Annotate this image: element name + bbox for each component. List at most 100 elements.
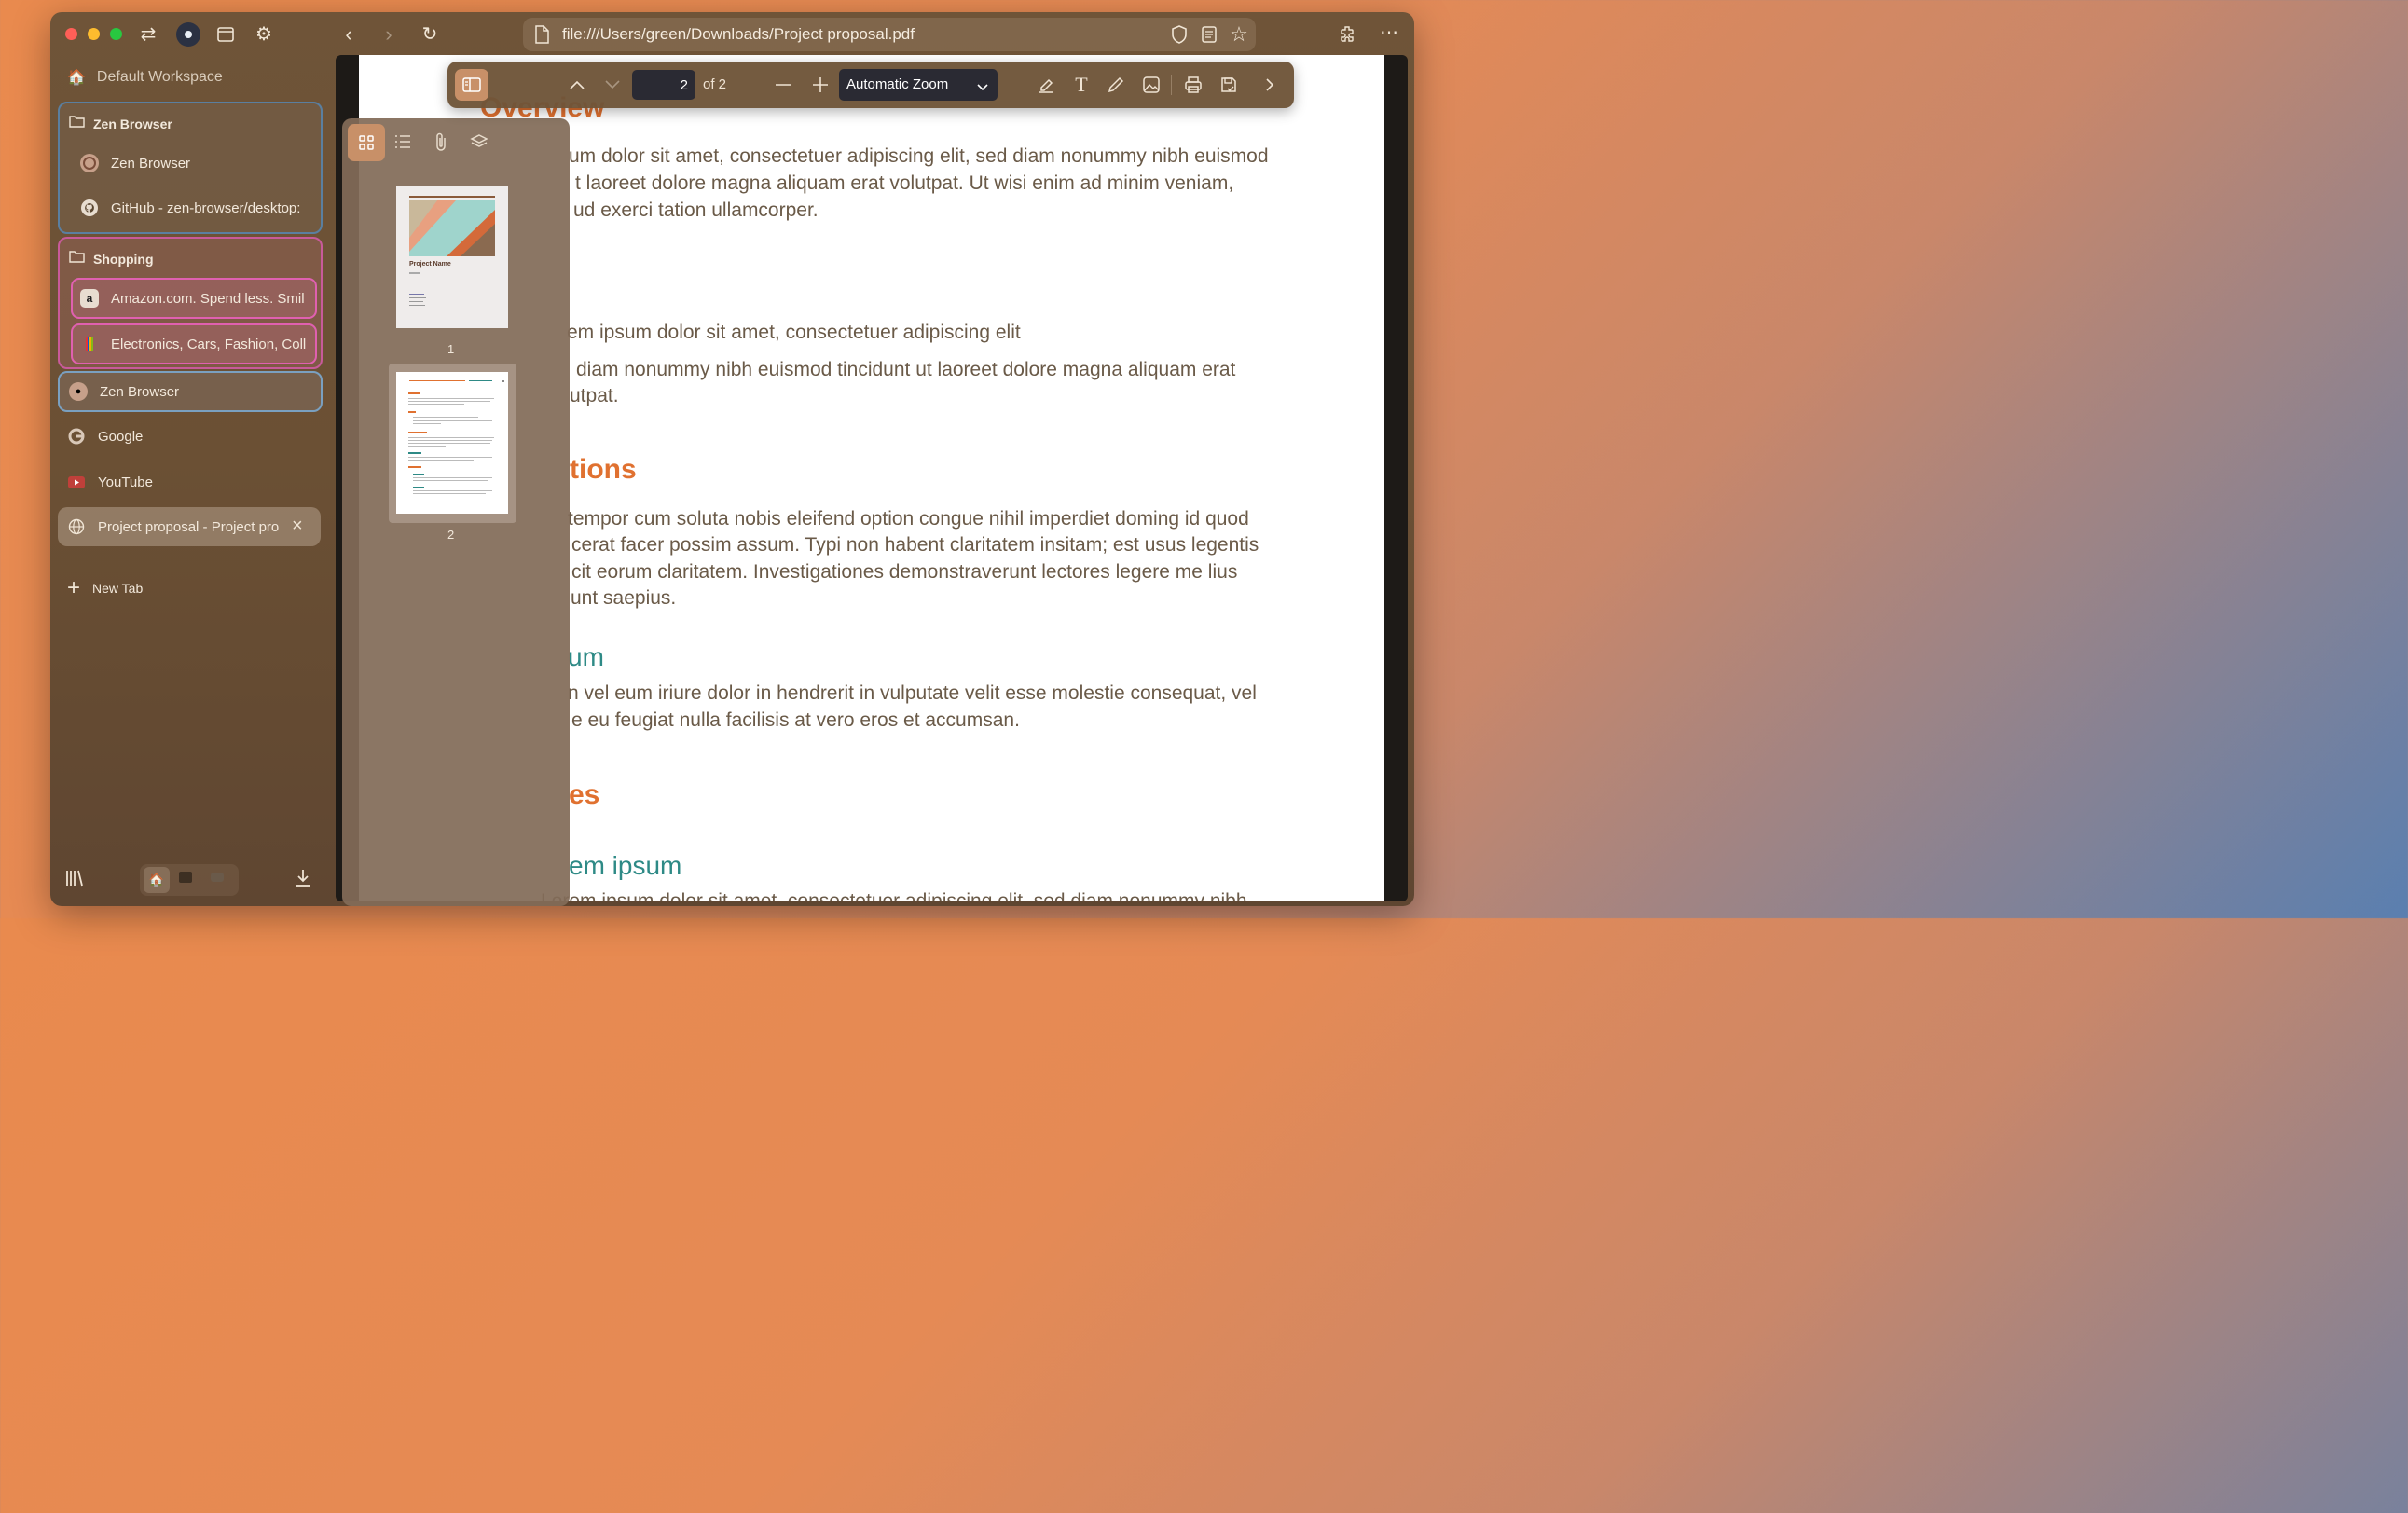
zoom-select-value: Automatic Zoom <box>846 76 949 92</box>
pdf-paragraph-line: t laoreet dolore magna aliquam erat volu… <box>575 172 1234 194</box>
previous-page-icon[interactable] <box>565 73 589 97</box>
pdf-bullet: em ipsum dolor sit amet, consectetuer ad… <box>567 322 1021 343</box>
downloads-icon[interactable] <box>294 868 312 894</box>
close-tab-icon[interactable]: × <box>292 516 303 537</box>
workspace-name: Default Workspace <box>96 69 223 85</box>
next-page-icon[interactable] <box>600 73 625 97</box>
plus-icon: + <box>67 575 81 600</box>
thumbnail-page-number: 2 <box>447 528 455 542</box>
reader-mode-icon[interactable] <box>1196 21 1222 48</box>
maximize-window-button[interactable] <box>110 28 122 40</box>
tab-label: Zen Browser <box>100 383 180 400</box>
print-icon[interactable] <box>1181 73 1205 97</box>
reload-icon[interactable]: ↻ <box>417 21 443 48</box>
close-window-button[interactable] <box>65 28 77 40</box>
folder-icon <box>69 250 85 268</box>
tab-label: Electronics, Cars, Fashion, Coll <box>111 336 307 352</box>
tab-ebay[interactable]: Electronics, Cars, Fashion, Coll <box>71 323 317 364</box>
page-thumbnail-2-selected[interactable] <box>389 364 516 523</box>
zen-favicon-icon <box>80 154 99 172</box>
ebay-favicon-icon <box>80 335 99 353</box>
pdf-heading-specifications: tions <box>570 454 637 485</box>
new-tab-button[interactable]: + New Tab <box>67 570 143 607</box>
outline-view-icon[interactable] <box>394 133 411 155</box>
tab-github[interactable]: GitHub - zen-browser/desktop: <box>80 189 300 227</box>
swap-icon[interactable]: ⇄ <box>135 21 161 48</box>
folder-name: Shopping <box>93 251 154 267</box>
workspace-game-icon[interactable] <box>211 873 224 882</box>
home-icon: 🏠 <box>67 70 86 86</box>
profile-avatar[interactable] <box>176 22 200 47</box>
minimize-window-button[interactable] <box>88 28 100 40</box>
folder-icon <box>69 115 85 132</box>
pdf-paragraph-line: tempor cum soluta nobis eleifend option … <box>568 508 1249 530</box>
toggle-sidebar-icon[interactable] <box>455 69 488 101</box>
workspace-switcher: 🏠 <box>140 864 239 896</box>
folder-header[interactable]: Zen Browser <box>69 115 172 132</box>
sidebar-toggle-icon[interactable] <box>213 21 239 48</box>
pdf-paragraph-line: um dolor sit amet, consectetuer adipisci… <box>569 145 1269 167</box>
tab-zen-browser[interactable]: ● Zen Browser <box>58 371 323 412</box>
toolbar-separator <box>1171 75 1172 95</box>
tab-youtube[interactable]: YouTube <box>67 463 153 501</box>
add-image-icon[interactable] <box>1139 73 1163 97</box>
library-icon[interactable] <box>64 868 85 894</box>
save-icon[interactable] <box>1217 73 1241 97</box>
page-number-input[interactable]: 2 <box>632 70 695 100</box>
tab-label: Amazon.com. Spend less. Smil <box>111 290 305 307</box>
new-tab-label: New Tab <box>92 581 144 596</box>
pdf-bullet: diam nonummy nibh euismod tincidunt ut l… <box>576 359 1236 380</box>
pdf-toolbar: 2 of 2 Automatic Zoom T <box>447 62 1294 108</box>
pdf-paragraph-line: e eu feugiat nulla facilisis at vero ero… <box>571 709 1020 731</box>
reddit-favicon-icon: ● <box>69 382 88 401</box>
tab-label: GitHub - zen-browser/desktop: <box>111 199 301 216</box>
more-menu-icon[interactable]: ⋯ <box>1376 20 1402 46</box>
settings-gear-icon[interactable]: ⚙ <box>251 21 277 48</box>
pdf-bullet: utpat. <box>570 385 619 406</box>
pdf-paragraph-line: unt saepius. <box>571 587 677 609</box>
pdf-subheading: um <box>568 642 604 671</box>
folder-header[interactable]: Shopping <box>69 250 154 268</box>
pdf-heading-milestones: es <box>569 779 600 810</box>
pdf-paragraph-line: Lorem ipsum dolor sit amet, consectetuer… <box>541 890 1247 901</box>
pdf-subheading: em ipsum <box>569 851 682 880</box>
highlight-icon[interactable] <box>1034 73 1058 97</box>
forward-icon[interactable]: › <box>376 21 402 48</box>
pdf-paragraph-line: cerat facer possim assum. Typi non haben… <box>571 534 1259 556</box>
thumbnails-view-icon[interactable] <box>348 124 385 161</box>
url-bar[interactable]: file:///Users/green/Downloads/Project pr… <box>523 18 1256 51</box>
tab-zen-browser-pinned[interactable]: Zen Browser <box>80 144 190 182</box>
page-total-label: of 2 <box>703 76 727 92</box>
browser-window: ⇄ ⚙ ‹ › ↻ file:///Users/green/Downloads/… <box>50 12 1414 906</box>
workspace-header[interactable]: 🏠 Default Workspace <box>67 68 223 87</box>
pdf-paragraph-line: ud exerci tation ullamcorper. <box>573 199 819 221</box>
workspace-home-icon[interactable]: 🏠 <box>144 867 170 893</box>
tools-chevron-right-icon[interactable] <box>1258 73 1282 97</box>
draw-pen-icon[interactable] <box>1104 73 1128 97</box>
layers-icon[interactable] <box>470 133 488 155</box>
attachments-icon[interactable] <box>434 132 447 156</box>
youtube-favicon-icon <box>67 473 86 491</box>
back-icon[interactable]: ‹ <box>336 21 362 48</box>
folder-name: Zen Browser <box>93 116 172 131</box>
page-thumbnail-1[interactable]: Project Name <box>396 186 508 328</box>
tab-label: Zen Browser <box>111 155 191 172</box>
zoom-out-icon[interactable] <box>771 73 795 97</box>
github-icon <box>80 199 99 217</box>
pdf-paragraph-line: cit eorum claritatem. Investigationes de… <box>571 561 1238 583</box>
zoom-in-icon[interactable] <box>808 73 832 97</box>
tab-amazon[interactable]: a Amazon.com. Spend less. Smil <box>71 278 317 319</box>
thumb-title: Project Name <box>409 261 451 268</box>
zoom-select[interactable]: Automatic Zoom <box>839 69 998 101</box>
workspace-work-icon[interactable] <box>179 872 192 883</box>
tab-label: Project proposal - Project pro <box>98 518 280 535</box>
extensions-icon[interactable] <box>1334 21 1360 48</box>
google-favicon-icon <box>67 427 86 446</box>
tab-google[interactable]: Google <box>67 418 143 455</box>
file-icon <box>534 25 549 48</box>
tab-project-proposal[interactable]: Project proposal - Project pro × <box>58 507 321 546</box>
shield-icon[interactable] <box>1166 21 1192 48</box>
text-icon[interactable]: T <box>1069 73 1094 97</box>
bookmark-star-icon[interactable]: ☆ <box>1226 21 1252 48</box>
tab-label: Google <box>98 428 144 445</box>
